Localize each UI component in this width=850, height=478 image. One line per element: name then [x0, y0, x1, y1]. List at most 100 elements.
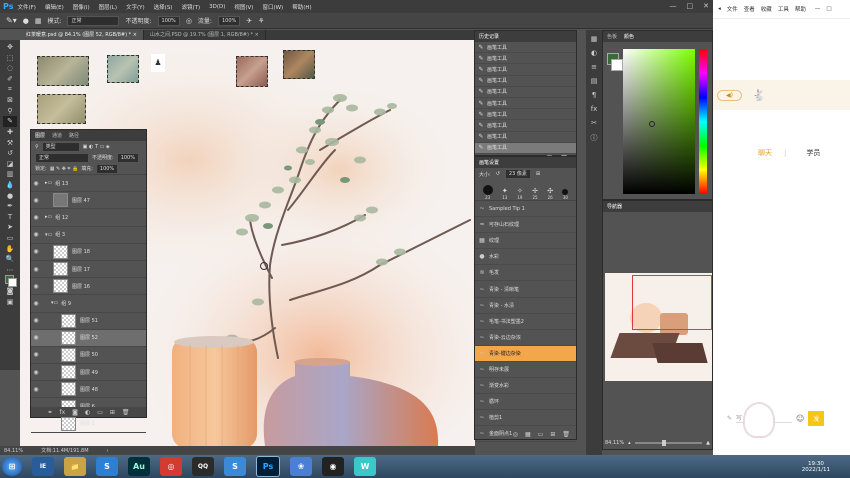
menu-help[interactable]: 帮助(H)	[292, 3, 311, 11]
visibility-eye-icon[interactable]: ◉	[31, 351, 41, 358]
clock-date[interactable]: 2022/1/11	[802, 467, 830, 473]
taskbar-explorer-icon[interactable]: 📁	[64, 457, 86, 476]
eyedropper-tool-icon[interactable]: ⚲	[3, 106, 17, 117]
clone-stamp-tool-icon[interactable]: ⚒	[3, 137, 17, 148]
taskbar-baidu-netdisk-icon[interactable]: ❀	[290, 457, 312, 476]
status-arrow-icon[interactable]: ›	[107, 448, 109, 454]
dodge-tool-icon[interactable]: ●	[3, 190, 17, 201]
quick-select-tool-icon[interactable]: ✐	[3, 74, 17, 85]
layer-row[interactable]: ◉ 图层 51	[31, 313, 146, 330]
brush-size-field[interactable]: ●	[23, 17, 29, 25]
layer-row[interactable]: ◉ 图层 17	[31, 261, 146, 279]
path-select-tool-icon[interactable]: ➤	[3, 222, 17, 233]
tab-channels[interactable]: 通道	[52, 132, 62, 139]
menu-image[interactable]: 图像(I)	[73, 3, 90, 11]
brush-item[interactable]: ~ Sampled Tip 1	[475, 201, 576, 218]
history-item[interactable]: ✎ 画笔工具	[475, 132, 576, 143]
scissor-icon[interactable]: ✂	[591, 119, 597, 127]
chat-menu-favorites[interactable]: 收藏	[761, 5, 772, 13]
brush-preset-icon[interactable]: ✎▾	[6, 16, 17, 25]
type-tool-icon[interactable]: T	[3, 212, 17, 223]
marquee-tool-icon[interactable]: ⬚	[3, 53, 17, 64]
brush-tip[interactable]: 30	[562, 189, 569, 200]
tab-color[interactable]: 颜色	[624, 33, 634, 40]
brush-item[interactable]: ~ 青染-云边杂浓	[475, 330, 576, 346]
toggle-preview-icon[interactable]: ◎	[513, 431, 518, 438]
frame-tool-icon[interactable]: ⊠	[3, 95, 17, 106]
mode-select[interactable]: 正常	[67, 15, 120, 26]
emoji-icon[interactable]: ☺	[796, 414, 804, 423]
tab-navigator[interactable]: 导航器	[607, 203, 622, 210]
chat-maximize-icon[interactable]: □	[826, 6, 831, 12]
lock-icons[interactable]: ▦ ✎ ✥ ⌗ 🔒	[50, 166, 79, 172]
layer-opacity-field[interactable]: 100%	[116, 152, 139, 163]
delete-icon[interactable]: 🗑	[122, 409, 130, 416]
history-item[interactable]: ✎ 画笔工具	[475, 76, 576, 87]
brush-item[interactable]: ▦ 纹理	[475, 233, 576, 250]
send-button[interactable]: 发	[808, 410, 825, 426]
visibility-eye-icon[interactable]: ◉	[31, 317, 41, 324]
background-color-swatch[interactable]	[611, 59, 623, 71]
brush-tip[interactable]: ✢ 25	[532, 187, 538, 200]
taskbar-qq-icon[interactable]: QQ	[192, 457, 214, 476]
layer-row-selected[interactable]: ◉ 图层 52	[31, 329, 146, 347]
brush-settings-icon[interactable]: ▦	[35, 17, 42, 25]
tab-brush-settings[interactable]: 画笔设置	[479, 159, 499, 166]
eraser-tool-icon[interactable]: ◪	[3, 159, 17, 170]
brush-item[interactable]: ~ 青染 - 清晰笔	[475, 281, 576, 298]
chat-menu-help[interactable]: 帮助	[795, 5, 806, 13]
zoom-out-icon[interactable]: ▴	[628, 440, 631, 446]
new-brush-icon[interactable]: ⊞	[536, 171, 540, 177]
visibility-eye-icon[interactable]: ◉	[31, 197, 41, 204]
layer-row[interactable]: ◉ ▸▭ 组 12	[31, 209, 146, 227]
tab-students[interactable]: 学员	[806, 148, 820, 158]
flow-field[interactable]: 100%	[217, 15, 241, 26]
delete-icon[interactable]: 🗑	[562, 431, 570, 438]
reference-thumbnail[interactable]	[107, 55, 139, 83]
layer-kind-filter[interactable]: 类型	[41, 141, 80, 152]
taskbar-sogou-icon[interactable]: S	[96, 457, 118, 476]
brush-tip[interactable]: 23	[482, 185, 493, 200]
start-button[interactable]: ⊞	[2, 457, 22, 476]
zoom-in-icon[interactable]: ▲	[706, 440, 710, 446]
speaker-icon[interactable]: ◀)	[717, 89, 742, 101]
tab-swatches[interactable]: 色板	[607, 33, 617, 40]
crop-tool-icon[interactable]: ⌗	[3, 84, 17, 95]
hand-tool-icon[interactable]: ✋	[3, 243, 17, 254]
layer-row[interactable]: ◉ ▸▭ 组 13	[31, 175, 146, 193]
size-field[interactable]: 23 像素	[504, 169, 531, 179]
styles-panel-icon[interactable]: fx	[591, 105, 598, 113]
layer-row[interactable]: ◉ 图层 49	[31, 364, 146, 382]
document-info[interactable]: 文档:11.4M/191.8M	[41, 447, 88, 454]
brush-item[interactable]: ~ 毛笔-书法塑墨2	[475, 314, 576, 330]
taskbar-w-app-icon[interactable]: W	[354, 457, 376, 476]
lasso-tool-icon[interactable]: ◌	[3, 63, 17, 74]
history-item[interactable]: ✎ 画笔工具	[475, 42, 576, 54]
reference-thumbnail[interactable]	[283, 50, 315, 79]
menu-type[interactable]: 文字(Y)	[126, 3, 145, 11]
pressure-opacity-icon[interactable]: ◎	[186, 17, 192, 25]
navigator-preview[interactable]	[605, 273, 712, 381]
history-item[interactable]: ✎ 画笔工具	[475, 120, 576, 132]
brush-item[interactable]: ~ 青染 - 水渍	[475, 298, 576, 314]
info-icon[interactable]: ⓘ	[591, 133, 598, 143]
symmetry-icon[interactable]: ⚘	[258, 17, 264, 25]
brush-item[interactable]: ~ 明存未展	[475, 362, 576, 379]
blur-tool-icon[interactable]: 💧	[3, 180, 17, 191]
layer-row[interactable]: ◉ ▾▭ 组 9	[31, 295, 146, 313]
opacity-field[interactable]: 100%	[157, 15, 180, 26]
visibility-eye-icon[interactable]: ◉	[31, 300, 41, 307]
layer-row[interactable]: 图层 5	[31, 416, 146, 433]
reset-icon[interactable]: ↺	[496, 171, 500, 177]
visibility-eye-icon[interactable]: ◉	[31, 231, 41, 238]
layer-row[interactable]: ◉ 图层 16	[31, 278, 146, 296]
color-picker-field[interactable]	[623, 49, 695, 194]
chat-menu-view[interactable]: 查看	[744, 5, 755, 13]
swatches-panel-icon[interactable]: ▦	[591, 35, 598, 43]
menu-layer[interactable]: 图层(L)	[99, 3, 117, 11]
tab-close-icon[interactable]: ×	[133, 32, 137, 38]
taskbar-netease-icon[interactable]: ◎	[160, 457, 182, 476]
brush-item[interactable]: ~ 渐变水彩	[475, 378, 576, 395]
blend-mode-select[interactable]: 正常	[35, 152, 89, 163]
menu-3d[interactable]: 3D(D)	[209, 4, 225, 10]
